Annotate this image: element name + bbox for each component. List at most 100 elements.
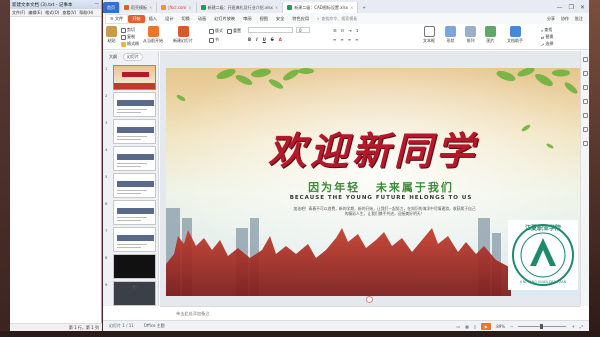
bold-icon[interactable]: B: [248, 37, 251, 42]
italic-icon[interactable]: I: [256, 37, 258, 42]
comment-button[interactable]: 批注: [575, 16, 583, 22]
sorter-view-icon[interactable]: ▦: [465, 324, 469, 329]
slide-body-text[interactable]: 加油吧！青春不可以浪费，新的学期，新的开始，让我们一起努力，在知识的海洋中尽情遨…: [292, 206, 477, 217]
menu-view[interactable]: 视图: [256, 15, 272, 23]
add-slide-button[interactable]: +: [131, 282, 138, 291]
font-name-select[interactable]: [248, 27, 293, 33]
find-button[interactable]: ⌕ 查找: [541, 27, 552, 33]
slide-thumbnail[interactable]: [113, 146, 156, 171]
close-icon[interactable]: ×: [350, 5, 353, 10]
minimize-button[interactable]: —: [557, 4, 563, 11]
section-button[interactable]: 节: [209, 37, 219, 43]
menu-start[interactable]: 开始: [128, 14, 145, 23]
share-button[interactable]: 分享: [547, 16, 555, 22]
slide-thumbnail[interactable]: [113, 65, 156, 90]
slide-thumbnail[interactable]: [113, 254, 156, 279]
maximize-button[interactable]: ❐: [569, 4, 574, 11]
notepad-menu-file[interactable]: 文件(F): [12, 10, 25, 16]
slide-thumbnail[interactable]: [113, 92, 156, 117]
notepad-menu-format[interactable]: 格式(O): [45, 10, 59, 16]
close-button[interactable]: ✕: [580, 4, 585, 11]
select-button[interactable]: ➚ 选择: [541, 41, 553, 47]
transition-tool-icon[interactable]: [583, 99, 588, 104]
line-spacing-icon[interactable]: ↕: [356, 28, 359, 33]
fit-window-icon[interactable]: ⤢: [580, 324, 583, 329]
slide-scroll-marker[interactable]: [366, 296, 373, 303]
tab-outline[interactable]: 大纲: [109, 54, 117, 60]
menu-design[interactable]: 设计: [161, 15, 177, 23]
layout-button[interactable]: 版式: [209, 28, 223, 34]
slide-title[interactable]: 欢迎新同学: [228, 120, 518, 175]
menu-insert[interactable]: 插入: [145, 15, 161, 23]
slide-thumbnail[interactable]: [113, 119, 156, 144]
tab-xlsx-2[interactable]: 新建二级：CAD图标设置.xlsx ×: [283, 2, 359, 13]
slideshow-play-button[interactable]: ▶: [481, 322, 492, 330]
underline-icon[interactable]: U: [263, 37, 266, 42]
from-current-button[interactable]: 从当前开始: [143, 26, 163, 44]
notes-area[interactable]: 单击此处添加备注: [160, 306, 580, 320]
command-search[interactable]: ⌕ 查找命令、搜索模板: [317, 16, 357, 22]
close-icon[interactable]: ×: [188, 5, 191, 10]
zoom-slider[interactable]: [518, 323, 567, 329]
menu-file[interactable]: ≡ 文件: [105, 13, 129, 24]
notepad-text-area[interactable]: [10, 17, 102, 323]
cut-button[interactable]: 剪切: [121, 27, 135, 33]
normal-view-icon[interactable]: ▭: [456, 324, 460, 329]
justify-icon[interactable]: ≡: [355, 37, 358, 42]
font-color-icon[interactable]: A: [279, 37, 282, 42]
collab-button[interactable]: 协作: [561, 16, 569, 22]
pointer-tool-icon[interactable]: [583, 57, 588, 62]
menu-security[interactable]: 安全: [272, 15, 288, 23]
slide-subtitle[interactable]: 因为年轻 未来属于我们: [266, 179, 496, 195]
bullets-icon[interactable]: ☰: [333, 28, 337, 33]
tab-xlsx-1[interactable]: 新建二级：开班典礼及行业介绍.xlsx ×: [197, 2, 284, 13]
notepad-menu-edit[interactable]: 编辑(E): [28, 10, 42, 16]
picture-button[interactable]: 图片: [485, 26, 496, 44]
current-slide[interactable]: 欢迎新同学 因为年轻 未来属于我们 BECAUSE THE YOUNG FUTU…: [166, 68, 581, 296]
close-icon[interactable]: ×: [275, 5, 278, 10]
slide-thumbnail[interactable]: [113, 173, 156, 198]
reset-button[interactable]: 重置: [227, 28, 241, 34]
font-size-select[interactable]: 0: [296, 27, 310, 33]
new-slide-button[interactable]: 新建幻灯片: [173, 26, 193, 44]
share-tool-icon[interactable]: [583, 141, 588, 146]
replace-button[interactable]: ⇄ 替换: [541, 34, 553, 40]
shapes-button[interactable]: 形状: [445, 26, 456, 44]
text-box-button[interactable]: 文本框: [423, 26, 435, 44]
slide-english-slogan[interactable]: BECAUSE THE YOUNG FUTURE HELONGS TO US: [246, 195, 516, 201]
copy-button[interactable]: 复制: [121, 34, 135, 40]
indent-icon[interactable]: ⇥: [348, 28, 351, 33]
menu-features[interactable]: 特色应用: [288, 15, 313, 23]
align-left-icon[interactable]: ≡: [333, 37, 336, 42]
format-painter-button[interactable]: 格式刷: [121, 41, 139, 47]
strikethrough-icon[interactable]: S: [271, 37, 274, 42]
slide-thumbnail[interactable]: [113, 227, 156, 252]
notepad-minimize-button[interactable]: —: [95, 2, 100, 7]
settings-tool-icon[interactable]: [583, 113, 588, 118]
new-tab-button[interactable]: +: [358, 2, 369, 13]
tab-website[interactable]: jfkcl.com ×: [157, 2, 197, 13]
tab-home[interactable]: 首页: [103, 2, 120, 13]
align-right-icon[interactable]: ≡: [348, 37, 351, 42]
menu-transition[interactable]: 切换: [177, 15, 193, 23]
menu-animation[interactable]: 动画: [194, 15, 210, 23]
backup-tool-icon[interactable]: [583, 127, 588, 132]
align-center-icon[interactable]: ≡: [340, 37, 343, 42]
zoom-out-button[interactable]: −: [510, 324, 513, 329]
menu-review[interactable]: 审阅: [239, 15, 255, 23]
paste-button[interactable]: 粘贴: [106, 26, 117, 44]
reading-view-icon[interactable]: ▯: [474, 324, 476, 329]
tab-docer[interactable]: 稻壳模板 ×: [120, 2, 158, 13]
notepad-menu-view[interactable]: 查看(V): [62, 10, 76, 16]
animation-tool-icon[interactable]: [583, 85, 588, 90]
slide-thumbnail[interactable]: [113, 200, 156, 225]
numbering-icon[interactable]: ☷: [341, 28, 345, 33]
menu-slideshow[interactable]: 幻灯片放映: [210, 15, 239, 23]
notepad-menu-help[interactable]: 帮助(H): [79, 10, 93, 16]
style-tool-icon[interactable]: [583, 71, 588, 76]
arrange-button[interactable]: 排列: [465, 26, 476, 44]
tab-slides[interactable]: 幻灯片: [123, 52, 143, 61]
zoom-in-button[interactable]: +: [571, 324, 574, 329]
doc-assistant-button[interactable]: 文档助手: [507, 26, 523, 44]
close-icon[interactable]: ×: [149, 5, 152, 10]
